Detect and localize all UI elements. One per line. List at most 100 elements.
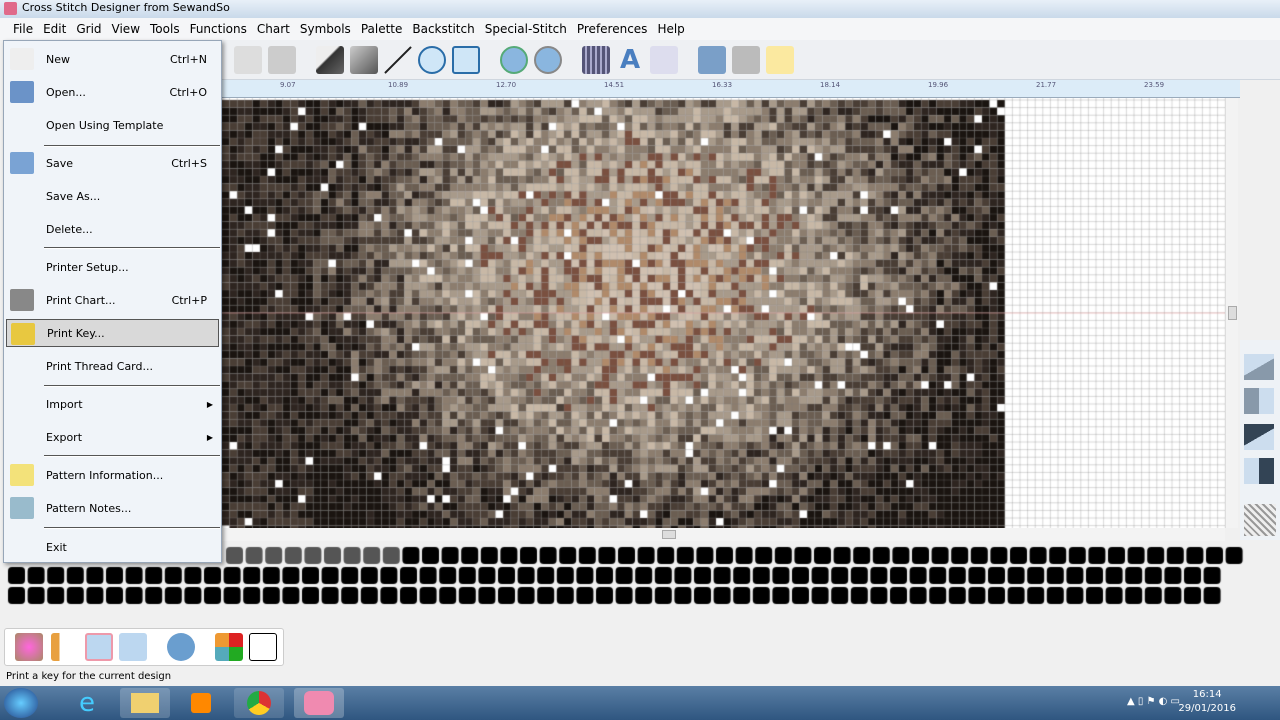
media-player-icon[interactable] <box>176 688 226 718</box>
menu-item-label: Save As... <box>46 189 101 203</box>
menu-item-label: Pattern Notes... <box>46 501 132 515</box>
printer-icon[interactable] <box>732 46 760 74</box>
ruler-label: 21.77 <box>1036 81 1057 89</box>
menu-separator <box>44 455 220 457</box>
fill-icon[interactable] <box>350 46 378 74</box>
ruler-label: 19.96 <box>928 81 949 89</box>
half-stitch-icon[interactable] <box>1244 354 1274 380</box>
refresh-icon[interactable] <box>167 633 195 661</box>
menu-item-label: Print Key... <box>47 326 105 340</box>
stitch-grid[interactable] <box>222 98 1225 528</box>
text-icon[interactable]: A <box>616 46 644 74</box>
menu-functions[interactable]: Functions <box>185 22 252 36</box>
menu-item-label: Export <box>46 430 83 444</box>
ruler-label: 18.14 <box>820 81 841 89</box>
line-icon[interactable] <box>384 46 412 74</box>
menu-item-delete[interactable]: Delete... <box>6 215 219 243</box>
menu-palette[interactable]: Palette <box>356 22 408 36</box>
menu-item-export[interactable]: Export ▶ <box>6 423 219 451</box>
pencil-icon[interactable] <box>316 46 344 74</box>
menu-edit[interactable]: Edit <box>38 22 71 36</box>
menu-grid[interactable]: Grid <box>71 22 106 36</box>
taskbar: e ▲ ▯ ⚑ ◐ ▭ 16:14 29/01/2016 <box>0 686 1280 720</box>
explorer-icon[interactable] <box>120 688 170 718</box>
menu-separator <box>44 385 220 387</box>
menu-backstitch[interactable]: Backstitch <box>407 22 479 36</box>
stitch-type-panel <box>1240 340 1280 540</box>
printer-icon <box>10 289 34 311</box>
ruler-label: 16.33 <box>712 81 733 89</box>
menu-preferences[interactable]: Preferences <box>572 22 653 36</box>
cross-stitch-task-icon[interactable] <box>294 688 344 718</box>
buildings-icon[interactable] <box>698 46 726 74</box>
ruler-label: 9.07 <box>280 81 296 89</box>
menu-item-print-chart[interactable]: Print Chart... Ctrl+P <box>6 286 219 314</box>
menu-specialstitch[interactable]: Special-Stitch <box>480 22 572 36</box>
ruler-label: 10.89 <box>388 81 409 89</box>
ruler-icon[interactable] <box>51 633 79 661</box>
ruler-label: 23.59 <box>1144 81 1165 89</box>
menu-item-label: Pattern Information... <box>46 468 164 482</box>
ie-icon[interactable]: e <box>62 688 112 718</box>
menu-item-pattern-notes[interactable]: Pattern Notes... <box>6 494 219 522</box>
circle-icon[interactable] <box>418 46 446 74</box>
menu-symbols[interactable]: Symbols <box>295 22 356 36</box>
print-key-icon <box>11 323 35 345</box>
pattern-icon[interactable] <box>1244 504 1276 536</box>
info-icon <box>10 464 34 486</box>
zoom-out-icon[interactable] <box>534 46 562 74</box>
menu-item-label: Open Using Template <box>46 118 164 132</box>
palette-icon[interactable] <box>15 633 43 661</box>
symbols-icon[interactable] <box>249 633 277 661</box>
menu-item-open-using-template[interactable]: Open Using Template <box>6 111 219 139</box>
quarter-stitch-icon[interactable] <box>1244 388 1274 414</box>
menu-item-pattern-information[interactable]: Pattern Information... <box>6 461 219 489</box>
threads-icon[interactable] <box>582 46 610 74</box>
shortcut: Ctrl+O <box>169 85 207 99</box>
menu-view[interactable]: View <box>107 22 145 36</box>
clock[interactable]: 16:14 29/01/2016 <box>1178 688 1236 716</box>
map-icon[interactable] <box>766 46 794 74</box>
shortcut: Ctrl+S <box>171 156 207 170</box>
menu-item-label: Printer Setup... <box>46 260 129 274</box>
menu-item-save[interactable]: Save Ctrl+S <box>6 149 219 177</box>
image-window-icon[interactable] <box>119 633 147 661</box>
menu-item-print-thread-card[interactable]: Print Thread Card... <box>6 352 219 380</box>
zoom-in-icon[interactable] <box>500 46 528 74</box>
window-icon[interactable] <box>85 633 113 661</box>
menu-item-label: Print Thread Card... <box>46 359 153 373</box>
chrome-icon[interactable] <box>234 688 284 718</box>
menu-file[interactable]: File <box>8 22 38 36</box>
rectangle-icon[interactable] <box>452 46 480 74</box>
menu-help[interactable]: Help <box>652 22 689 36</box>
menu-item-exit[interactable]: Exit <box>6 533 219 561</box>
menu-item-label: Delete... <box>46 222 93 236</box>
tray-icons[interactable]: ▲ ▯ ⚑ ◐ ▭ <box>1127 696 1180 707</box>
paste-icon[interactable] <box>268 46 296 74</box>
menu-item-save-as[interactable]: Save As... <box>6 182 219 210</box>
ruler-label: 12.70 <box>496 81 517 89</box>
submenu-arrow-icon: ▶ <box>206 399 213 409</box>
menu-chart[interactable]: Chart <box>252 22 295 36</box>
menu-item-import[interactable]: Import ▶ <box>6 390 219 418</box>
menu-item-open[interactable]: Open... Ctrl+O <box>6 78 219 106</box>
horizontal-scrollbar[interactable] <box>222 528 1225 541</box>
ruler: 9.07 10.89 12.70 14.51 16.33 18.14 19.96 21.77 2… <box>222 80 1240 98</box>
colors-icon[interactable] <box>215 633 243 661</box>
folder-icon <box>10 81 34 103</box>
petite-stitch-icon[interactable] <box>1244 458 1274 484</box>
submenu-arrow-icon: ▶ <box>206 432 213 442</box>
start-button[interactable] <box>4 688 38 718</box>
menu-item-new[interactable]: New Ctrl+N <box>6 45 219 73</box>
three-quarter-stitch-icon[interactable] <box>1244 424 1274 450</box>
menu-item-print-key[interactable]: Print Key... <box>6 319 219 347</box>
menu-tools[interactable]: Tools <box>145 22 185 36</box>
menu-item-label: New <box>46 52 70 66</box>
chart-options-icon[interactable] <box>650 46 678 74</box>
file-menu-dropdown: New Ctrl+N Open... Ctrl+O Open Using Templat… <box>3 40 222 563</box>
menu-item-printer-setup[interactable]: Printer Setup... <box>6 253 219 281</box>
toolbar: A <box>222 40 1280 80</box>
copy-icon[interactable] <box>234 46 262 74</box>
menu-separator <box>44 527 220 529</box>
vertical-scrollbar[interactable] <box>1225 98 1238 528</box>
